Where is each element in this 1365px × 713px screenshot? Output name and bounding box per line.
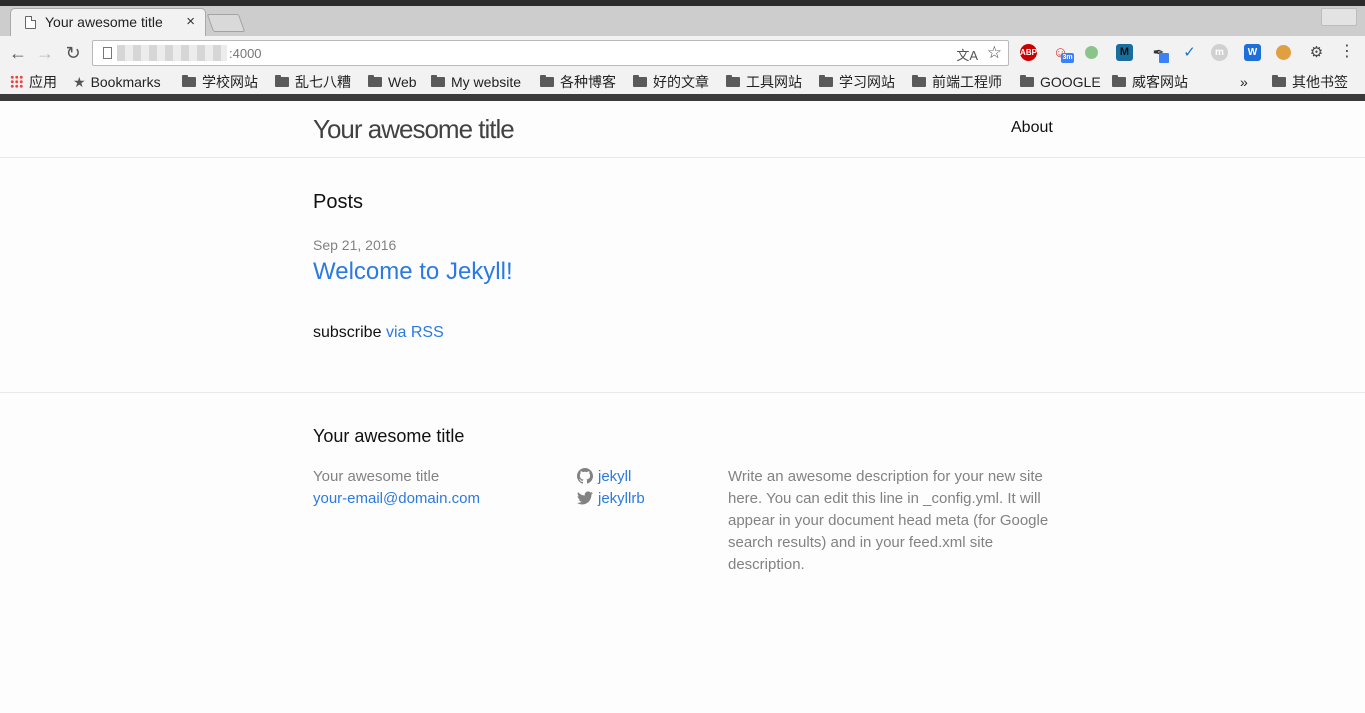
bookmark-apps[interactable]: 应用 bbox=[10, 72, 57, 92]
url-port: :4000 bbox=[229, 46, 262, 61]
nav-about-link[interactable]: About bbox=[1011, 119, 1053, 137]
window-controls[interactable] bbox=[1321, 8, 1357, 26]
footer-site-name: Your awesome title bbox=[313, 468, 440, 485]
footer-social: jekyll jekyllrb bbox=[577, 466, 645, 510]
folder-icon bbox=[1020, 75, 1034, 87]
translate-icon[interactable]: 文A bbox=[956, 45, 978, 64]
bookmark-folder[interactable]: 威客网站 bbox=[1112, 72, 1188, 92]
post-date: Sep 21, 2016 bbox=[313, 237, 397, 253]
posts-heading: Posts bbox=[313, 191, 364, 213]
m-extension-icon[interactable]: M bbox=[1116, 44, 1133, 61]
page-info-icon[interactable] bbox=[103, 47, 112, 59]
cookie-icon[interactable] bbox=[1276, 45, 1291, 60]
rss-link[interactable]: via RSS bbox=[386, 324, 444, 341]
bookmarks-bar: 应用 ★ Bookmarks 学校网站 乱七八糟 Web My website 各… bbox=[0, 70, 1365, 94]
folder-icon bbox=[819, 75, 833, 87]
w-extension-icon[interactable]: W bbox=[1244, 44, 1261, 61]
bookmark-folder[interactable]: GOOGLE bbox=[1020, 72, 1101, 92]
folder-icon bbox=[540, 75, 554, 87]
reload-icon[interactable]: ↻ bbox=[63, 43, 83, 63]
site-description: Write an awesome description for your ne… bbox=[728, 468, 1049, 573]
bookmark-folder[interactable]: 学习网站 bbox=[819, 72, 895, 92]
new-tab-button[interactable] bbox=[206, 14, 246, 32]
bookmark-folder[interactable]: 前端工程师 bbox=[912, 72, 1002, 92]
footer-contact: Your awesome title your-email@domain.com bbox=[313, 466, 480, 510]
bookmark-folder[interactable]: Web bbox=[368, 72, 417, 92]
github-username: jekyll bbox=[598, 468, 632, 485]
eyedropper-badge bbox=[1159, 53, 1169, 63]
bookmark-folder[interactable]: 工具网站 bbox=[726, 72, 802, 92]
folder-icon bbox=[1112, 75, 1126, 87]
timer-badge: 3m bbox=[1061, 53, 1074, 63]
footer-heading: Your awesome title bbox=[313, 426, 465, 446]
subscribe-line: subscribe via RSS bbox=[313, 324, 444, 342]
redacted-host bbox=[117, 45, 227, 61]
adblock-plus-icon[interactable]: ABP bbox=[1020, 44, 1037, 61]
folder-icon bbox=[431, 75, 445, 87]
address-bar[interactable]: :4000 文A ☆ bbox=[92, 40, 1009, 66]
post-title-link[interactable]: Welcome to Jekyll! bbox=[313, 258, 513, 286]
footer-email-link[interactable]: your-email@domain.com bbox=[313, 490, 480, 507]
twitter-icon bbox=[577, 491, 593, 505]
folder-icon bbox=[182, 75, 196, 87]
m-circle-extension-icon[interactable]: m bbox=[1211, 44, 1228, 61]
github-link[interactable]: jekyll bbox=[577, 466, 645, 488]
subscribe-text: subscribe bbox=[313, 324, 382, 341]
folder-icon bbox=[912, 75, 926, 87]
site-header: Your awesome title About bbox=[0, 101, 1365, 158]
folder-icon bbox=[726, 75, 740, 87]
folder-icon bbox=[275, 75, 289, 87]
github-icon bbox=[577, 468, 593, 484]
site-footer: Your awesome title Your awesome title yo… bbox=[0, 392, 1365, 713]
other-bookmarks[interactable]: 其他书签 bbox=[1272, 72, 1348, 92]
folder-icon bbox=[1272, 75, 1286, 87]
tab-strip: Your awesome title × bbox=[0, 6, 1365, 36]
bookmark-folder[interactable]: 各种博客 bbox=[540, 72, 616, 92]
close-tab-icon[interactable]: × bbox=[186, 13, 195, 31]
extension-misc-icon[interactable]: ⚙ bbox=[1308, 44, 1325, 61]
site-title-link[interactable]: Your awesome title bbox=[313, 114, 515, 145]
tab-title: Your awesome title bbox=[45, 14, 163, 30]
apps-grid-icon bbox=[10, 75, 23, 88]
page-icon bbox=[25, 16, 36, 29]
green-dot-extension-icon[interactable] bbox=[1085, 46, 1098, 59]
bookmark-folder[interactable]: My website bbox=[431, 72, 521, 92]
bookmark-bookmarks[interactable]: ★ Bookmarks bbox=[73, 72, 161, 92]
forward-arrow-icon[interactable]: → bbox=[35, 43, 55, 63]
vimium-icon[interactable]: ✓ bbox=[1181, 44, 1198, 61]
active-tab[interactable]: Your awesome title × bbox=[10, 8, 206, 36]
browser-toolbar: ← → ↻ :4000 文A ☆ ABP ☺ 3m M ✒ ✓ m W ⚙ ⋮ bbox=[0, 36, 1365, 70]
bookmarks-overflow-icon[interactable]: » bbox=[1240, 72, 1248, 92]
bookmark-folder[interactable]: 乱七八糟 bbox=[275, 72, 351, 92]
twitter-username: jekyllrb bbox=[598, 490, 645, 507]
bookmark-star-icon[interactable]: ☆ bbox=[987, 43, 1002, 63]
bookmark-folder[interactable]: 学校网站 bbox=[182, 72, 258, 92]
menu-dots-icon[interactable]: ⋮ bbox=[1339, 42, 1355, 62]
folder-icon bbox=[633, 75, 647, 87]
folder-icon bbox=[368, 75, 382, 87]
bookmark-folder[interactable]: 好的文章 bbox=[633, 72, 709, 92]
back-arrow-icon[interactable]: ← bbox=[8, 43, 28, 63]
chrome-divider bbox=[0, 94, 1365, 101]
star-icon: ★ bbox=[73, 74, 86, 90]
twitter-link[interactable]: jekyllrb bbox=[577, 488, 645, 510]
